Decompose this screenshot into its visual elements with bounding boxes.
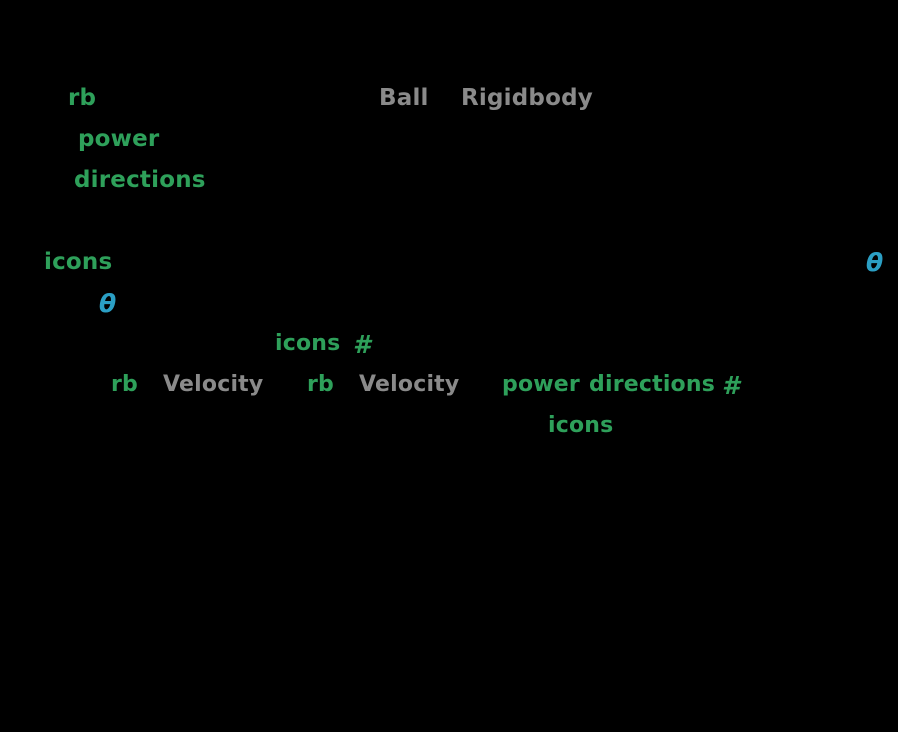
code-token-icons: icons — [548, 413, 614, 438]
code-token-velocity: Velocity — [163, 372, 264, 397]
code-token-: θ — [866, 248, 884, 277]
code-token-ball: Ball — [379, 85, 429, 111]
code-token-directions: directions — [74, 167, 206, 193]
code-token-power: power — [502, 372, 580, 397]
code-token-rb: rb — [307, 372, 334, 397]
code-token-: # — [722, 371, 740, 400]
code-token-: θ — [99, 289, 117, 318]
code-token-: # — [353, 330, 371, 359]
code-token-directions: directions — [589, 372, 716, 397]
code-editor-canvas: rb Ball Rigidbody power directions icons θ θ ico… — [0, 0, 898, 732]
code-token-rb: rb — [111, 372, 138, 397]
code-token-rb: rb — [68, 85, 97, 111]
code-token-icons: icons — [275, 331, 341, 356]
code-token-power: power — [78, 126, 160, 152]
code-token-rigidbody: Rigidbody — [461, 85, 593, 111]
code-token-icons: icons — [44, 249, 113, 275]
code-token-velocity: Velocity — [359, 372, 460, 397]
